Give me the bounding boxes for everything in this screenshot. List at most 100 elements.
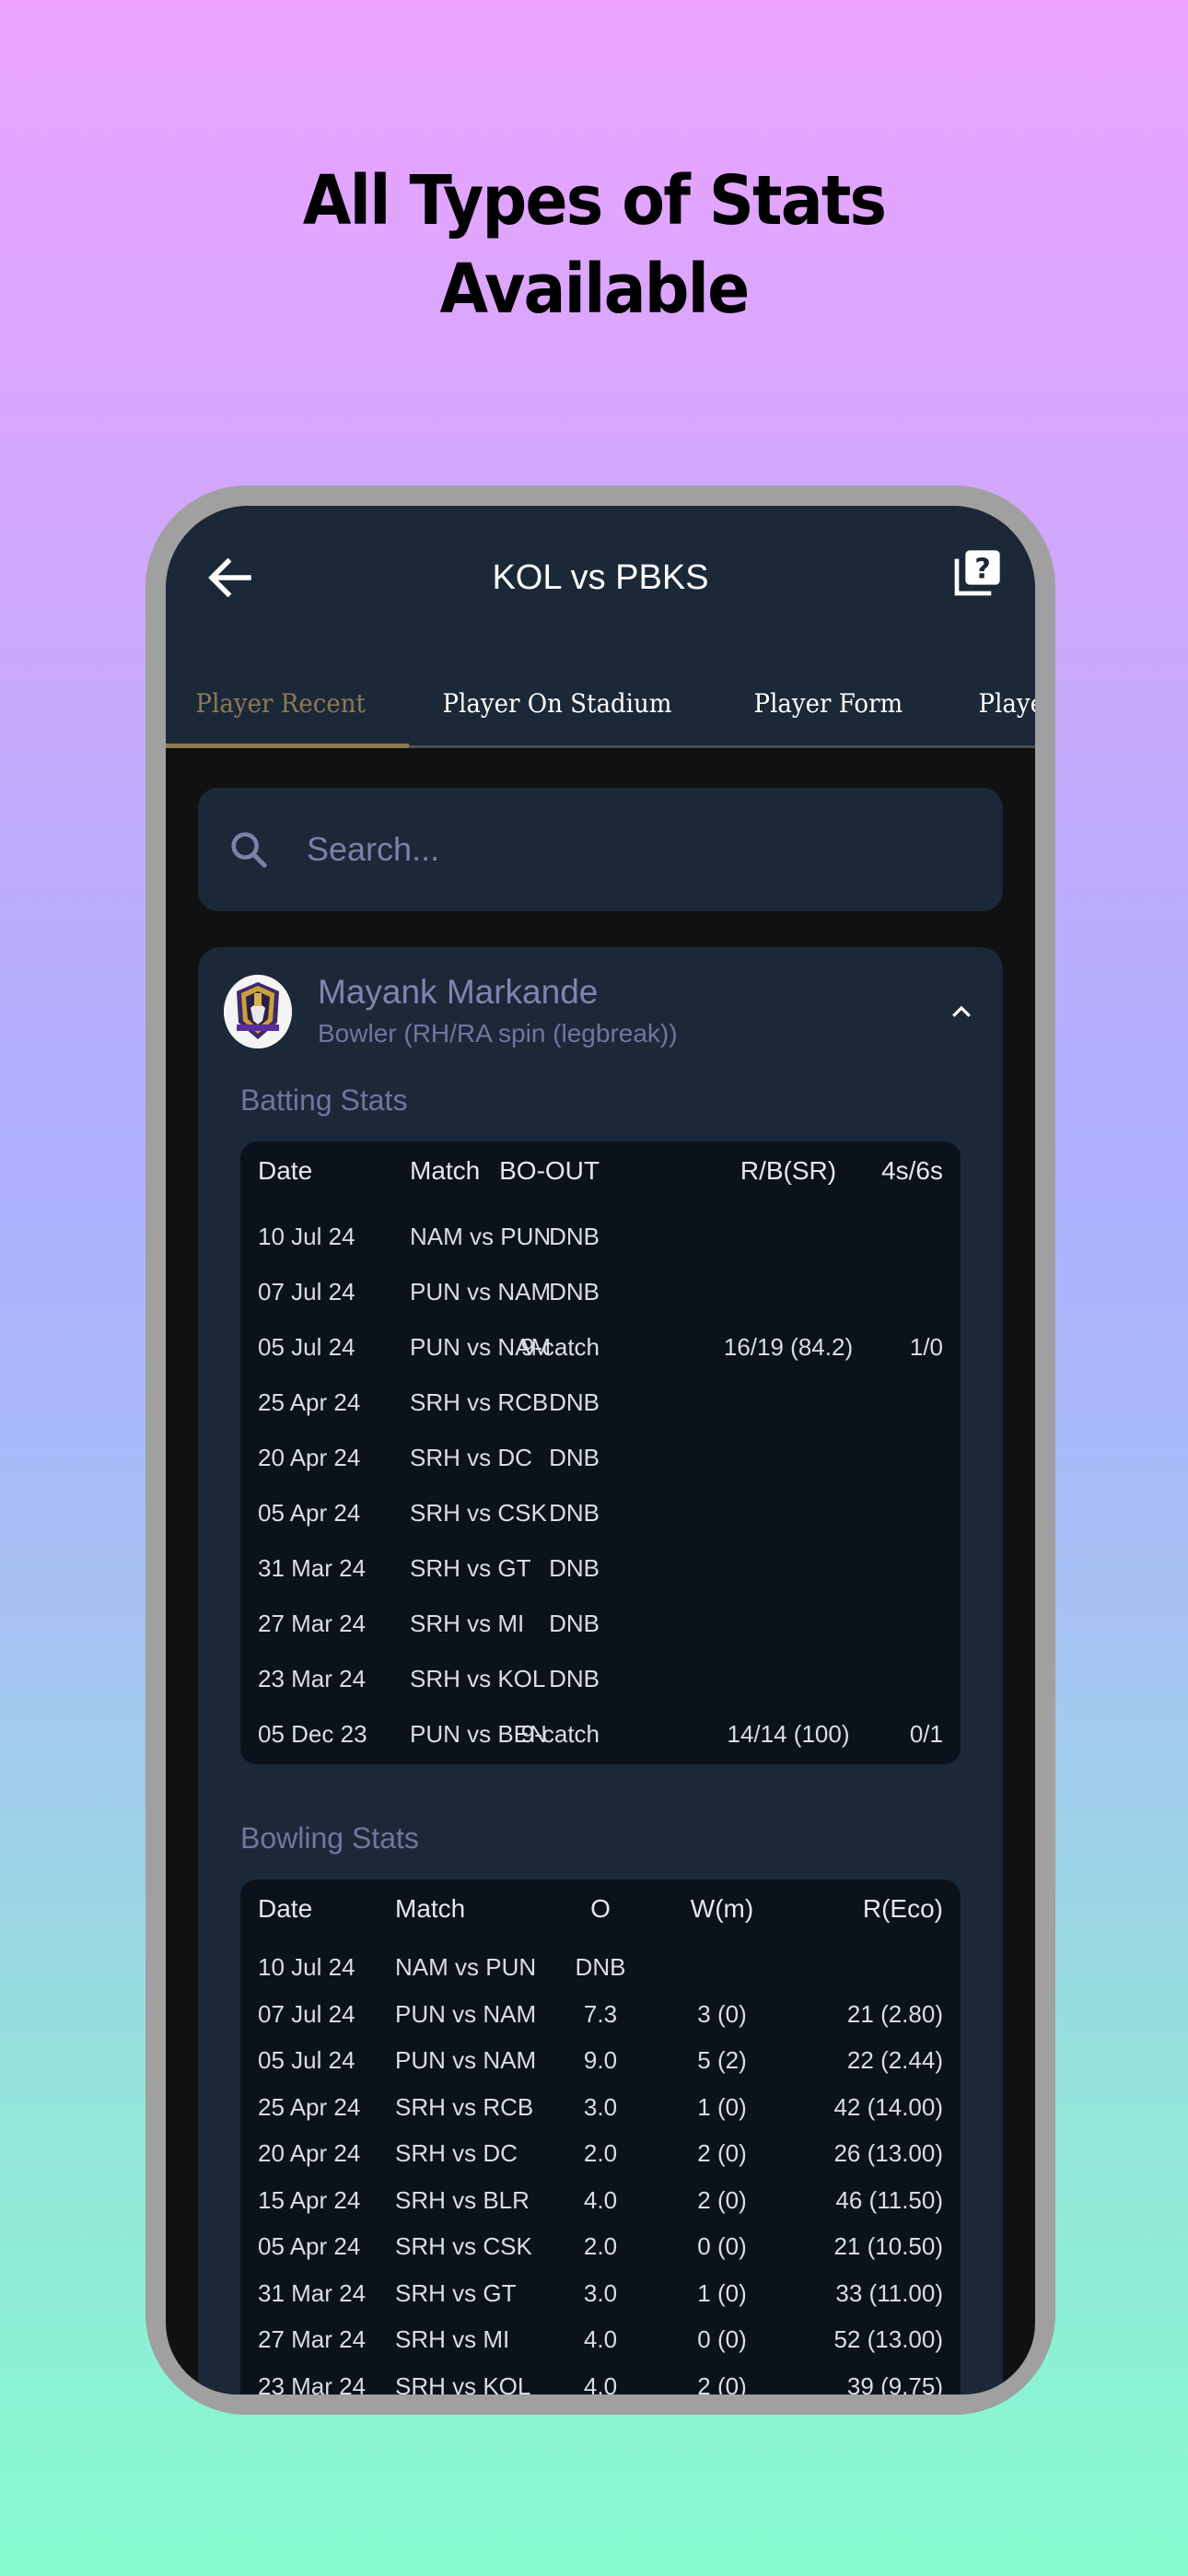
table-row: 31 Mar 24 SRH vs GT 3.0 1 (0) 33 (11.00) [240, 2279, 961, 2313]
table-cell: 05 Apr 24 [258, 2232, 361, 2260]
table-cell: 22 (2.44) [846, 2046, 943, 2074]
table-cell: 07 Jul 24 [258, 1999, 355, 2028]
player-avatar [224, 975, 292, 1048]
table-row: 10 Jul 24 NAM vs PUN DNB [240, 1223, 961, 1256]
table-cell: 25 Apr 24 [258, 1388, 361, 1416]
table-cell: SRH vs GT [395, 2278, 517, 2307]
table-row: 31 Mar 24 SRH vs GT DNB [240, 1554, 961, 1587]
table-cell: SRH vs MI [395, 2325, 510, 2353]
search-input[interactable] [307, 830, 951, 869]
table-cell: 23 Mar 24 [258, 1665, 367, 1692]
table-cell-value: 0 (0) [697, 2232, 747, 2260]
table-cell-value: DNB [549, 1444, 600, 1471]
quiz-help-icon: ? [954, 550, 1000, 596]
table-cell-value: 7.3 [583, 1999, 618, 2028]
table-cell: 05 Jul 24 [258, 2046, 355, 2074]
column-header-label: W(m) [690, 1894, 754, 1923]
table-cell: 10 Jul 24 [258, 1953, 355, 1981]
table-cell: 07 Jul 24 [258, 1278, 355, 1306]
tab-player-form[interactable]: Player Form [724, 662, 933, 745]
table-cell: 33 (11.00) [835, 2278, 943, 2307]
table-cell-value: 2 (0) [697, 2185, 747, 2214]
search-icon [231, 832, 267, 868]
table-header-row: Date Match BO-OUT R/B(SR) 4s/6s [240, 1156, 961, 1193]
table-row: 10 Jul 24 NAM vs PUN DNB [240, 1953, 961, 1986]
table-cell-value: 2 (0) [697, 2371, 747, 2395]
tab-player-on-stadium[interactable]: Player On Stadium [413, 662, 702, 745]
table-row: 25 Apr 24 SRH vs RCB 3.0 1 (0) 42 (14.00) [240, 2093, 961, 2126]
table-cell: 23 Mar 24 [258, 2371, 367, 2395]
table-cell: 21 (2.80) [846, 1999, 943, 2028]
table-cell-value: 2 (0) [697, 2139, 747, 2167]
table-cell-value: DNB [549, 1610, 600, 1637]
player-name: Mayank Markande [318, 973, 599, 1011]
table-cell: 46 (11.50) [835, 2185, 943, 2214]
table-cell: 52 (13.00) [833, 2325, 943, 2353]
player-role: Bowler (RH/RA spin (legbreak)) [318, 1019, 678, 1048]
table-header-row: Date Match O W(m) R(Eco) [240, 1894, 961, 1931]
table-cell: SRH vs MI [410, 1610, 525, 1637]
table-cell: 39 (9.75) [846, 2371, 943, 2395]
table-cell: NAM vs PUN [410, 1223, 552, 1250]
table-cell: PUN vs NAM [395, 2046, 537, 2074]
app-bar: KOL vs PBKS ? Player Recent Player On St… [166, 506, 1035, 748]
table-cell: NAM vs PUN [395, 1953, 537, 1981]
search-bar [198, 788, 1003, 911]
column-header-label: BO-OUT [499, 1156, 600, 1185]
column-header: R(Eco) [862, 1894, 943, 1923]
team-logo-icon [224, 975, 292, 1048]
table-cell-value: DNB [549, 1388, 600, 1416]
column-header-label: O [590, 1894, 611, 1923]
tab-player-more[interactable]: Player [949, 662, 1035, 745]
table-cell-value: 1 (0) [697, 2092, 747, 2121]
table-cell-value: 4.0 [583, 2185, 618, 2214]
table-row: 27 Mar 24 SRH vs MI 4.0 0 (0) 52 (13.00) [240, 2325, 961, 2359]
table-cell-value: 14/14 (100) [727, 1720, 850, 1748]
table-row: 05 Apr 24 SRH vs CSK 2.0 0 (0) 21 (10.50) [240, 2232, 961, 2266]
table-cell-value: 2.0 [583, 2232, 618, 2260]
table-cell: 10 Jul 24 [258, 1223, 355, 1250]
table-cell: SRH vs DC [410, 1444, 532, 1471]
column-header: 4s/6s [881, 1156, 943, 1185]
table-row: 20 Apr 24 SRH vs DC DNB [240, 1444, 961, 1477]
table-cell-value: 16/19 (84.2) [723, 1333, 854, 1361]
table-cell-value: 9-catch [520, 1333, 600, 1361]
table-cell: SRH vs GT [410, 1554, 531, 1582]
table-cell: 05 Apr 24 [258, 1499, 361, 1527]
table-cell: SRH vs RCB [395, 2092, 534, 2121]
table-row: 20 Apr 24 SRH vs DC 2.0 2 (0) 26 (13.00) [240, 2139, 961, 2172]
table-row: 25 Apr 24 SRH vs RCB DNB [240, 1388, 961, 1422]
table-cell: SRH vs KOL [395, 2371, 531, 2395]
table-cell-value: DNB [575, 1953, 626, 1981]
table-row: 23 Mar 24 SRH vs KOL DNB [240, 1665, 961, 1698]
table-cell: SRH vs KOL [410, 1665, 546, 1692]
table-cell-value: 9.0 [583, 2046, 618, 2074]
table-cell-value: 3 (0) [697, 1999, 747, 2028]
table-cell: 1/0 [909, 1333, 943, 1361]
table-cell: 31 Mar 24 [258, 2278, 367, 2307]
table-row: 07 Jul 24 PUN vs NAM 7.3 3 (0) 21 (2.80) [240, 2000, 961, 2033]
table-cell: SRH vs CSK [395, 2232, 532, 2260]
column-header: Match [410, 1156, 481, 1185]
table-cell-value: DNB [549, 1554, 600, 1582]
table-cell-value: 3.0 [583, 2278, 618, 2307]
table-cell-value: DNB [549, 1223, 600, 1250]
table-row: 05 Jul 24 PUN vs NAM 9-catch 16/19 (84.2) 1/… [240, 1333, 961, 1366]
table-cell: 05 Dec 23 [258, 1720, 367, 1748]
table-cell-value: 9-catch [520, 1720, 600, 1748]
help-button[interactable]: ? [950, 548, 1002, 600]
table-cell-value: DNB [549, 1499, 600, 1527]
table-cell: 26 (13.00) [833, 2139, 943, 2167]
table-cell: 0/1 [909, 1720, 943, 1748]
tab-player-recent[interactable]: Player Recent [166, 662, 410, 748]
bowling-stats-title: Bowling Stats [240, 1821, 419, 1855]
table-cell: 05 Jul 24 [258, 1333, 355, 1361]
tab-bar: Player Recent Player On Stadium Player F… [166, 662, 1035, 748]
table-cell: 20 Apr 24 [258, 2139, 361, 2167]
bowling-stats-table: Date Match O W(m) R(Eco) 10 Jul 24 NAM vs PUN D… [240, 1879, 961, 2395]
column-header: Match [395, 1894, 466, 1923]
collapse-button[interactable] [948, 999, 975, 1026]
table-cell: PUN vs NAM [410, 1278, 552, 1306]
table-cell: 25 Apr 24 [258, 2092, 361, 2121]
promo-headline-line2: Available [439, 250, 751, 329]
